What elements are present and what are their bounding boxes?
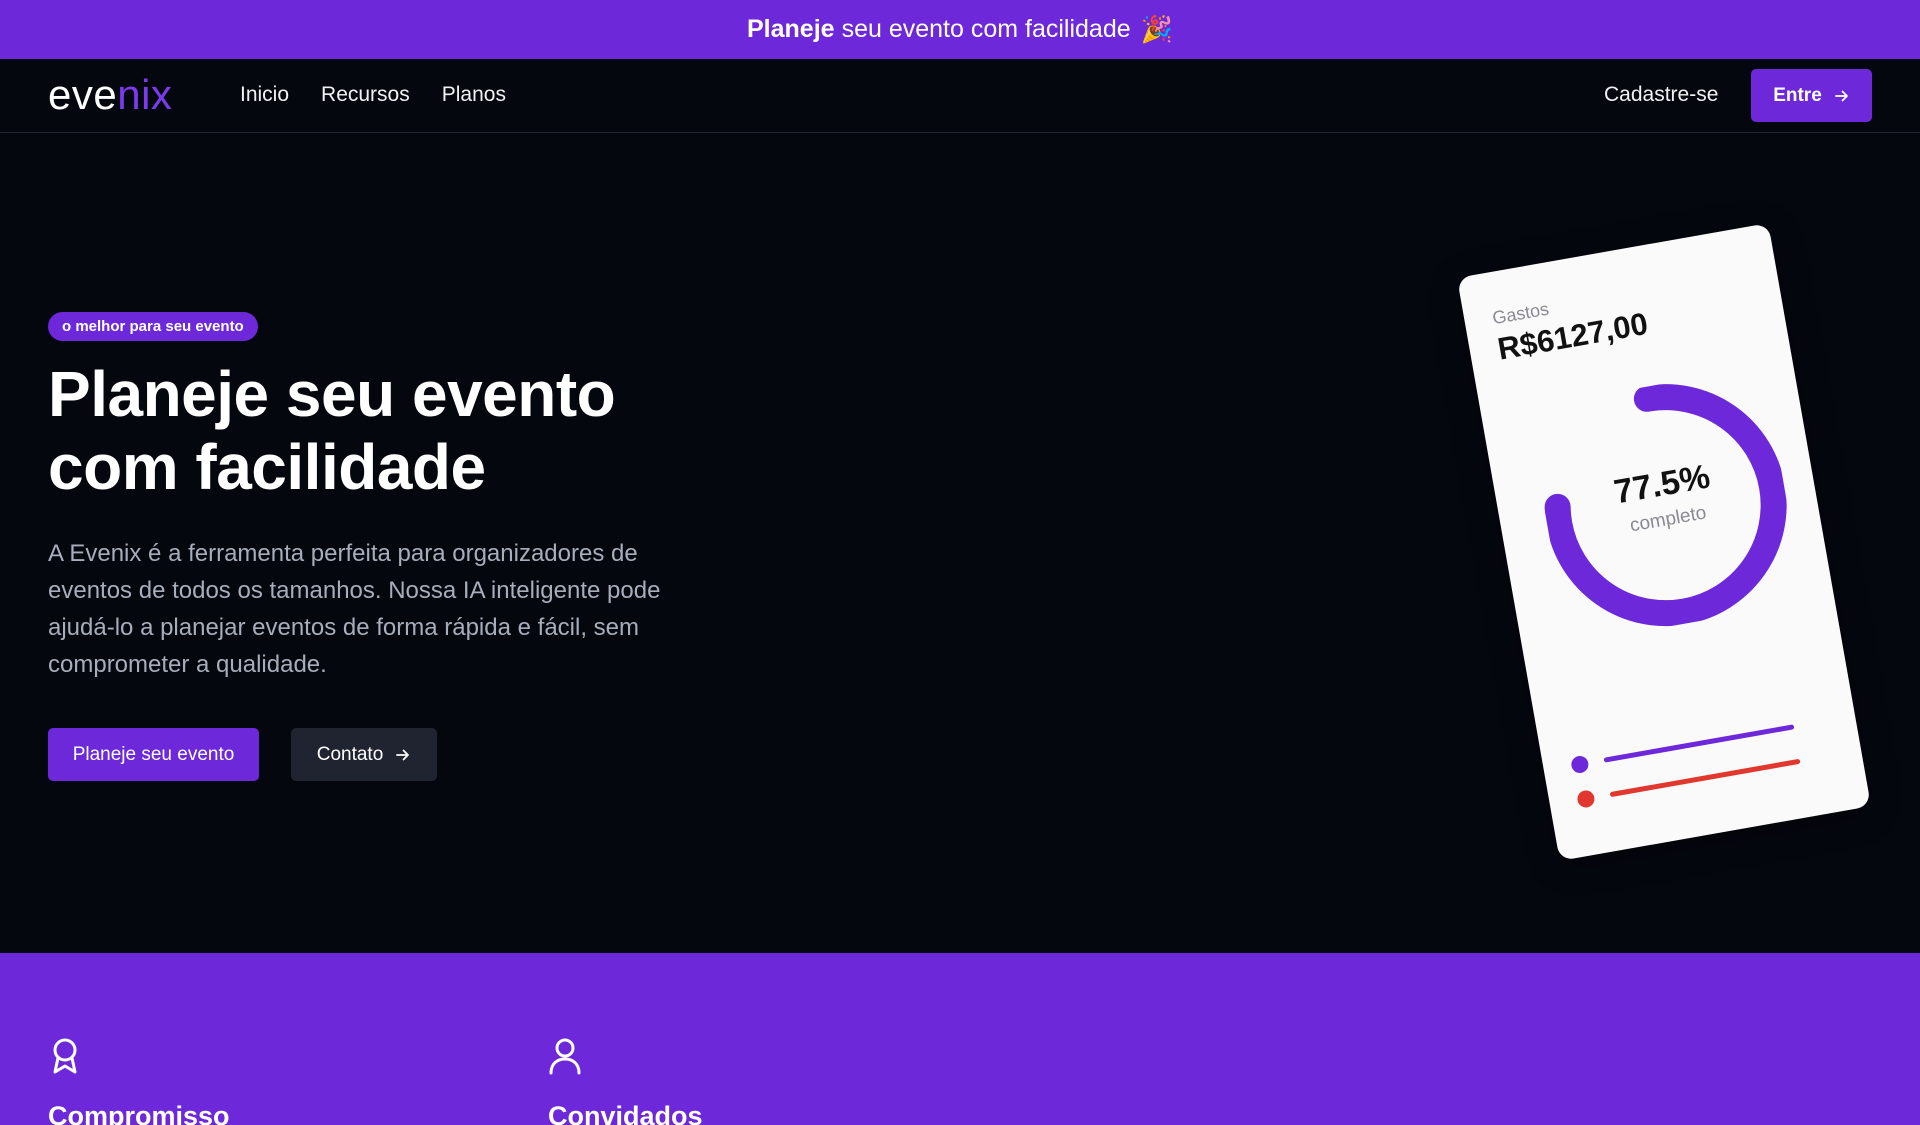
party-popper-icon: 🎉 xyxy=(1140,14,1173,44)
legend-bar-red xyxy=(1609,758,1801,798)
hero-badge: o melhor para seu evento xyxy=(48,312,258,341)
expenses-card-wrapper: Gastos R$6127,00 77.5% completo xyxy=(1454,222,1871,867)
legend-dot-purple xyxy=(1570,754,1590,775)
login-button-label: Entre xyxy=(1773,84,1822,106)
hero-title: Planeje seu evento com facilidade xyxy=(48,358,768,504)
nav-link-inicio[interactable]: Inicio xyxy=(240,83,289,107)
contact-button[interactable]: Contato xyxy=(291,728,437,781)
feature-convidados: Convidados xyxy=(548,1037,703,1125)
signup-link[interactable]: Cadastre-se xyxy=(1604,83,1718,107)
navbar: evenix Inicio Recursos Planos Cadastre-s… xyxy=(0,59,1920,133)
features-section: Compromisso Convidados xyxy=(0,953,1920,1125)
nav-link-planos[interactable]: Planos xyxy=(442,83,506,107)
plan-event-button-label: Planeje seu evento xyxy=(72,743,235,765)
feature-title-convidados: Convidados xyxy=(548,1101,703,1125)
hero-title-line1: Planeje seu evento xyxy=(48,358,616,430)
arrow-right-icon xyxy=(396,749,410,760)
user-icon xyxy=(549,1038,581,1075)
nav-link-recursos[interactable]: Recursos xyxy=(321,83,410,107)
hero-description: A Evenix é a ferramenta perfeita para or… xyxy=(48,540,661,678)
logo-part2: nix xyxy=(117,71,173,118)
hero-title-line2: com facilidade xyxy=(48,431,486,503)
feature-title-compromisso: Compromisso xyxy=(48,1101,230,1125)
announcement-bold: Planeje xyxy=(747,15,835,43)
announcement-text: seu evento com facilidade xyxy=(841,15,1131,43)
plan-event-button[interactable]: Planeje seu evento xyxy=(48,728,259,781)
progress-ring: 77.5% completo xyxy=(1527,366,1805,644)
legend-dot-red xyxy=(1576,789,1596,809)
legend-bar-purple xyxy=(1603,724,1795,763)
login-button[interactable]: Entre xyxy=(1751,69,1872,122)
nav-menu: Inicio Recursos Planos xyxy=(240,83,506,107)
arrow-right-icon xyxy=(1834,90,1848,101)
logo[interactable]: evenix xyxy=(48,71,172,119)
expenses-card: Gastos R$6127,00 77.5% completo xyxy=(1457,223,1871,861)
contact-button-label: Contato xyxy=(316,743,384,765)
feature-compromisso: Compromisso xyxy=(48,1037,230,1125)
announcement-bar: Planeje seu evento com facilidade 🎉 xyxy=(0,0,1920,59)
logo-part1: eve xyxy=(48,71,118,118)
award-icon xyxy=(53,1038,77,1074)
